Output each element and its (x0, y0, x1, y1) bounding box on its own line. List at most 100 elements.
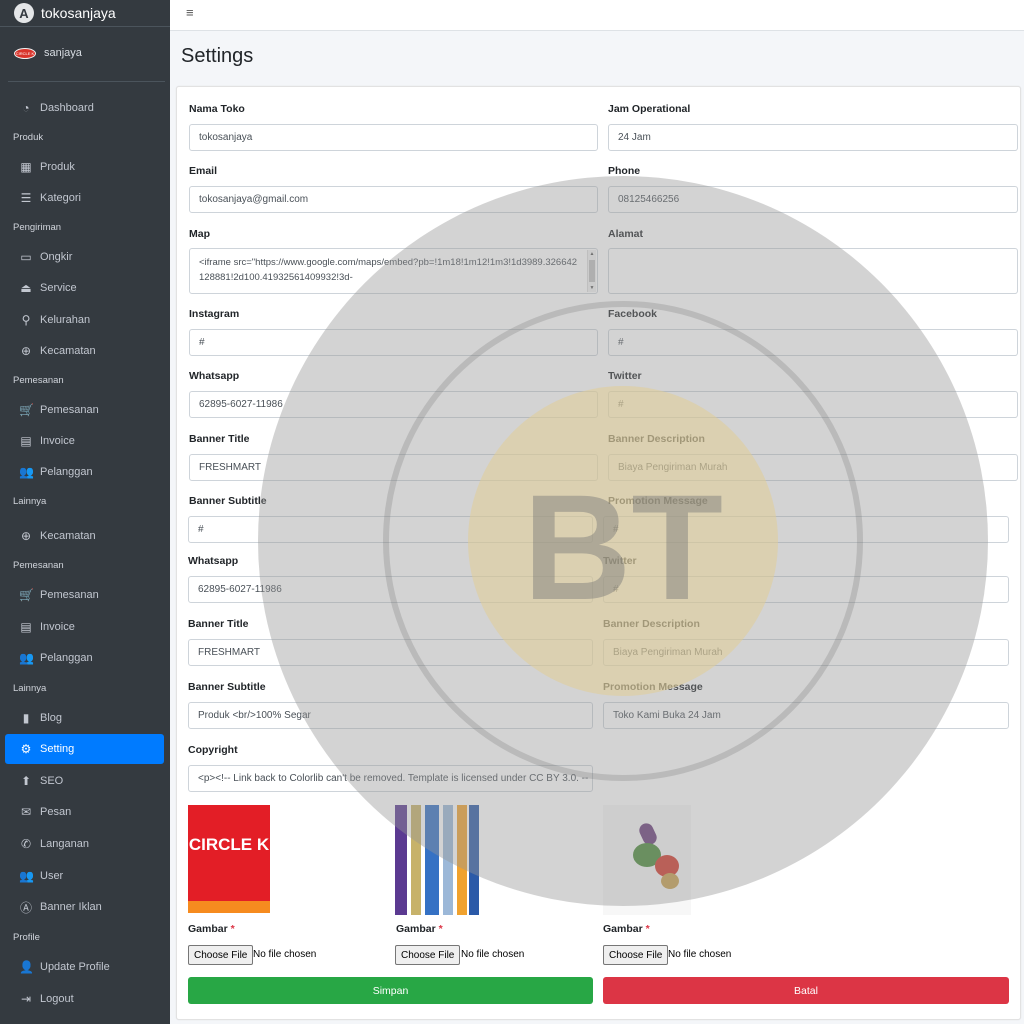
facebook-input[interactable]: # (608, 329, 1018, 356)
file-status: No file chosen (253, 949, 317, 960)
users-icon: 👥 (19, 465, 34, 479)
alamat-textarea[interactable] (608, 248, 1018, 294)
banner-title-input[interactable]: FRESHMART (189, 454, 598, 481)
sidebar-item-setting[interactable]: ⚙ Setting (5, 734, 164, 764)
jam-operational-label: Jam Operational (608, 103, 691, 115)
user-panel[interactable]: CIRCLE K sanjaya (14, 47, 82, 59)
banner-description-label: Banner Description (603, 618, 700, 630)
user-name: sanjaya (44, 47, 82, 59)
whatsapp-label: Whatsapp (189, 370, 240, 382)
map-textarea[interactable]: <iframe src="https://www.google.com/maps… (189, 248, 598, 294)
sidebar-item-user[interactable]: 👥 User (5, 861, 164, 891)
banner-description-label: Banner Description (608, 433, 705, 445)
circle-k-logo-image: CIRCLE K (188, 805, 270, 913)
circle-k-logo-text: CIRCLE K (188, 835, 270, 854)
cancel-button[interactable]: Batal (603, 977, 1009, 1004)
banner-subtitle-label: Banner Subtitle (188, 681, 266, 693)
choose-file-button[interactable]: Choose File (188, 945, 254, 965)
sidebar-item-kategori[interactable]: ☰ Kategori (5, 183, 164, 213)
sidebar-item-blog[interactable]: ▮ Blog (5, 703, 164, 733)
scroll-down-arrow-icon[interactable]: ▼ (588, 284, 596, 292)
whatsapp-icon: ✆ (20, 837, 32, 851)
sidebar-item-invoice[interactable]: ▤ Invoice (5, 426, 164, 456)
sidebar-item-label: Kategori (40, 192, 81, 204)
banner-subtitle-label: Banner Subtitle (189, 495, 267, 507)
banner-title-input[interactable]: FRESHMART (188, 639, 593, 666)
choose-file-button[interactable]: Choose File (395, 945, 461, 965)
promotion-message-input[interactable]: Toko Kami Buka 24 Jam (603, 702, 1009, 729)
sidebar-item-pelanggan[interactable]: 👥 Pelanggan (5, 457, 164, 487)
banner-description-input[interactable]: Biaya Pengiriman Murah (603, 639, 1009, 666)
nama-toko-input[interactable]: tokosanjaya (189, 124, 598, 151)
instagram-input[interactable]: # (189, 329, 598, 356)
sidebar-item-label: Ongkir (40, 251, 73, 263)
hamburger-menu-icon[interactable]: ≡ (186, 5, 194, 20)
jam-operational-input[interactable]: 24 Jam (608, 124, 1018, 151)
scroll-up-arrow-icon[interactable]: ▲ (588, 250, 596, 258)
sidebar-item-ongkir[interactable]: ▭ Ongkir (5, 242, 164, 272)
sidebar-item-dashboard[interactable]: ◔ Dashboard (5, 93, 164, 123)
sidebar: A tokosanjaya CIRCLE K sanjaya ◔ Dashboar… (0, 0, 170, 1024)
twitter-input[interactable]: # (608, 391, 1018, 418)
money-bill-icon: ▭ (20, 250, 32, 264)
sidebar-item-langanan[interactable]: ✆ Langanan (5, 829, 164, 859)
sidebar-item-pesan[interactable]: ✉ Pesan (5, 797, 164, 827)
file-icon: ▮ (22, 711, 30, 725)
sidebar-item-pemesanan[interactable]: 🛒 Pemesanan (5, 580, 164, 610)
email-field[interactable]: tokosanjaya@gmail.com (189, 186, 598, 213)
shopping-cart-icon: 🛒 (19, 403, 34, 417)
users-icon: 👥 (19, 651, 34, 665)
globe-icon: ⊕ (20, 344, 32, 358)
banner-description-input[interactable]: Biaya Pengiriman Murah (608, 454, 1018, 481)
sidebar-item-invoice[interactable]: ▤ Invoice (5, 612, 164, 642)
map-scrollbar[interactable]: ▲ ▼ (587, 250, 596, 292)
map-label: Map (189, 228, 210, 240)
sidebar-item-kecamatan[interactable]: ⊕ Kecamatan (5, 336, 164, 366)
promotion-message-input[interactable]: # (603, 516, 1009, 543)
nav-header: Pemesanan (13, 375, 64, 386)
vegetables-image (603, 805, 691, 915)
page-title: Settings (181, 45, 254, 67)
file-invoice-icon: ▤ (20, 620, 32, 634)
sidebar-item-label: Logout (40, 993, 74, 1005)
whatsapp-label: Whatsapp (188, 555, 239, 567)
whatsapp-input[interactable]: 62895-6027-11986 (188, 576, 593, 603)
sidebar-item-banner-iklan[interactable]: Ⓐ Banner Iklan (5, 892, 164, 922)
smk-logo-image (395, 805, 483, 915)
choose-file-button[interactable]: Choose File (603, 945, 669, 965)
banner-title-label: Banner Title (189, 433, 250, 445)
sidebar-item-label: Setting (40, 743, 75, 755)
sidebar-item-label: Blog (40, 712, 63, 724)
sidebar-item-seo[interactable]: ⬆ SEO (5, 766, 164, 796)
logo-stripe (188, 901, 270, 913)
gambar-label: Gambar * (603, 923, 650, 935)
users-icon: 👥 (19, 869, 34, 883)
sidebar-item-pelanggan[interactable]: 👥 Pelanggan (5, 643, 164, 673)
sidebar-item-kecamatan[interactable]: ⊕ Kecamatan (5, 521, 164, 551)
sidebar-item-kelurahan[interactable]: ⚲ Kelurahan (5, 305, 164, 335)
sidebar-item-update-profile[interactable]: 👤 Update Profile (5, 952, 164, 982)
sidebar-item-pemesanan[interactable]: 🛒 Pemesanan (5, 395, 164, 425)
sidebar-item-logout[interactable]: ⇥ Logout (5, 984, 164, 1014)
phone-field[interactable]: 08125466256 (608, 186, 1018, 213)
banner-title-label: Banner Title (188, 618, 249, 630)
nav-header: Profile (13, 932, 40, 943)
facebook-label: Facebook (608, 308, 658, 320)
font-awesome-icon: Ⓐ (19, 900, 32, 915)
sidebar-item-label: Produk (40, 161, 75, 173)
scroll-thumb[interactable] (589, 260, 595, 282)
nama-toko-label: Nama Toko (189, 103, 245, 115)
banner-subtitle-input[interactable]: # (188, 516, 593, 543)
twitter-input[interactable]: # (603, 576, 1009, 603)
whatsapp-input[interactable]: 62895-6027-11986 (189, 391, 598, 418)
sidebar-item-service[interactable]: ⏏ Service (5, 273, 164, 303)
copyright-input[interactable]: <p><!-- Link back to Colorlib can't be r… (188, 765, 593, 792)
banner-subtitle-input[interactable]: Produk <br/>100% Segar (188, 702, 593, 729)
sidebar-item-label: Kecamatan (40, 345, 96, 357)
sidebar-item-produk[interactable]: ▦ Produk (5, 152, 164, 182)
sidebar-item-label: Dashboard (40, 102, 94, 114)
save-button[interactable]: Simpan (188, 977, 593, 1004)
nav-header: Lainnya (13, 496, 47, 507)
sign-out-icon: ⇥ (20, 992, 32, 1006)
brand-link[interactable]: A tokosanjaya (0, 0, 170, 27)
